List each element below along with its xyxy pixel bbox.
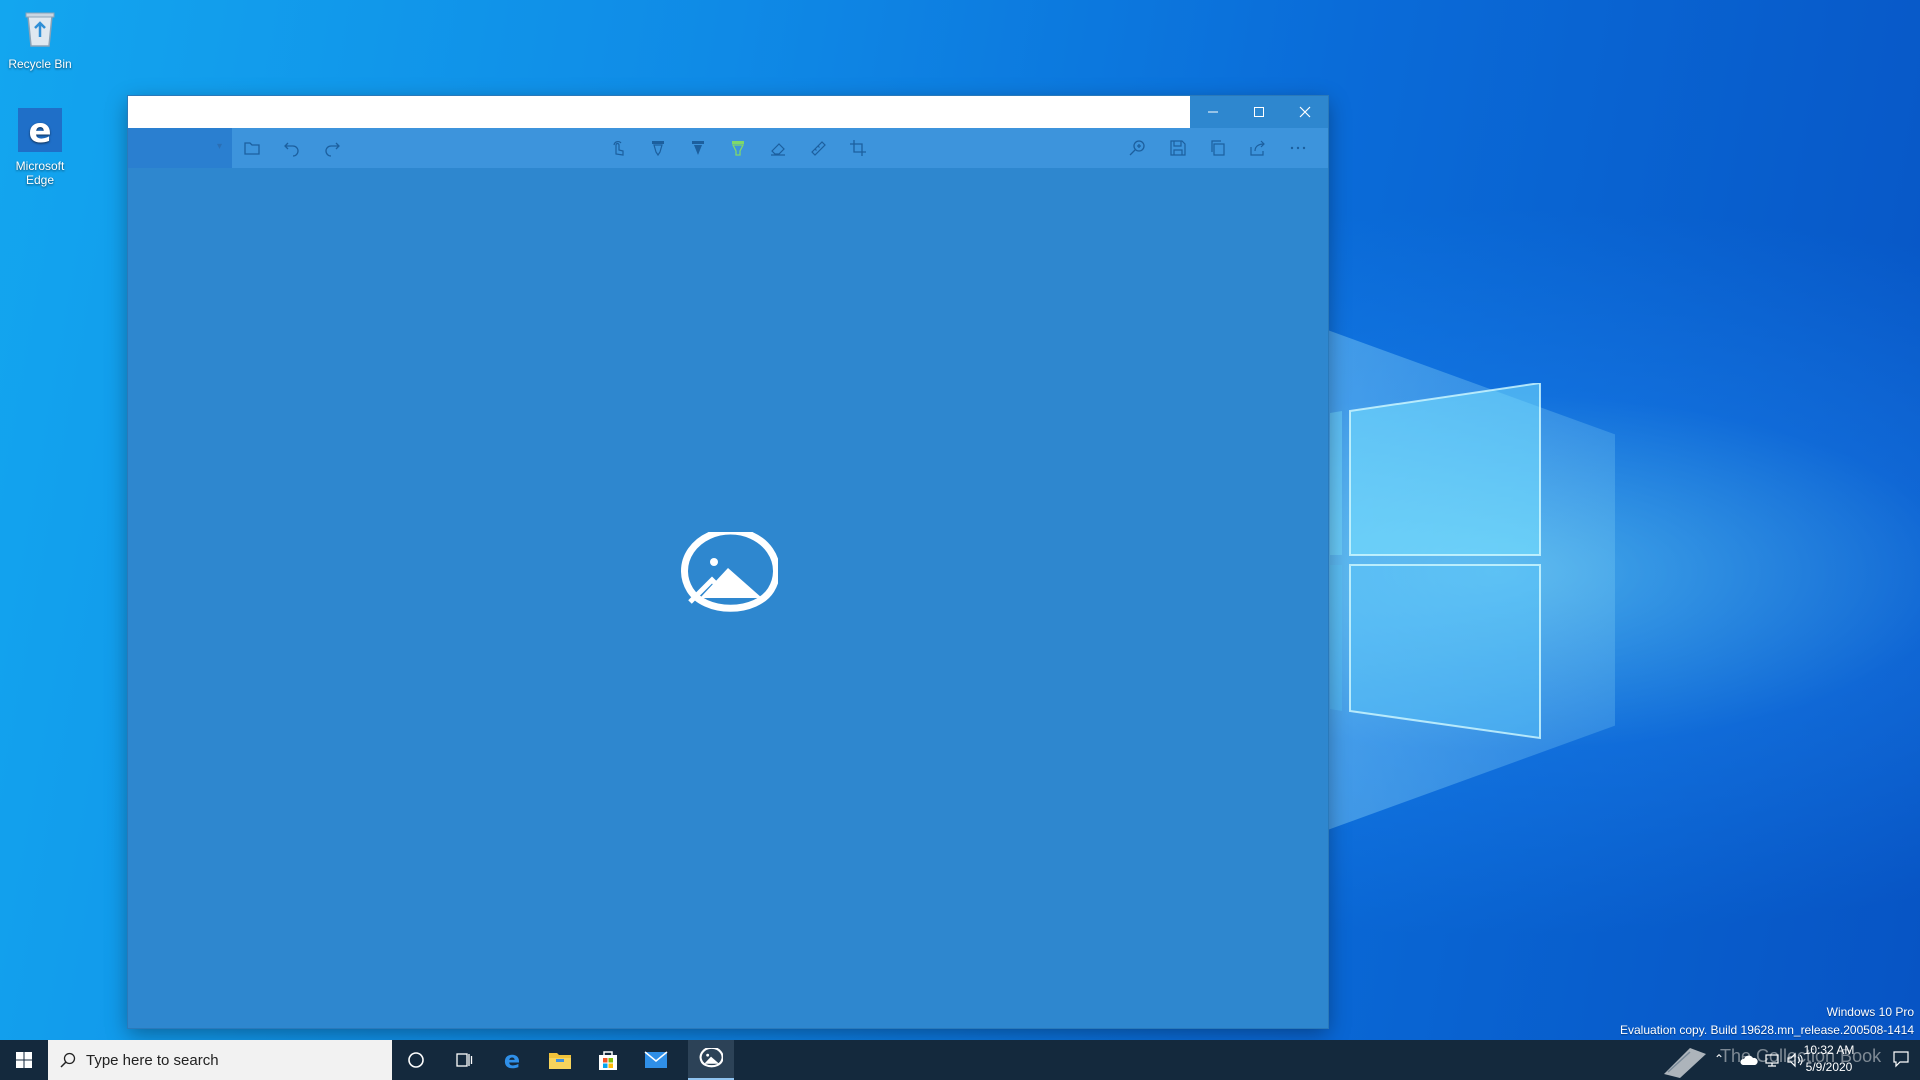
- close-icon: [1299, 106, 1311, 118]
- svg-text:e: e: [504, 1048, 520, 1072]
- redo-button[interactable]: [320, 136, 344, 160]
- canvas-area: [128, 168, 1328, 1028]
- ballpoint-pen-button[interactable]: [646, 136, 670, 160]
- touch-writing-button[interactable]: [606, 136, 630, 160]
- minimize-button[interactable]: [1190, 96, 1236, 128]
- ruler-button[interactable]: [806, 136, 830, 160]
- taskbar-mail[interactable]: [632, 1040, 680, 1080]
- highlighter-icon: [731, 141, 745, 156]
- highlighter-button[interactable]: [726, 136, 750, 160]
- open-folder-icon: [244, 142, 260, 155]
- notification-icon: [1893, 1051, 1909, 1068]
- windows-wallpaper-logo: [1330, 383, 1541, 740]
- desktop-icon-edge[interactable]: e Microsoft Edge: [0, 108, 80, 187]
- open-file-button[interactable]: [240, 136, 264, 160]
- search-icon: [60, 1052, 76, 1068]
- pencil-icon: [692, 141, 704, 155]
- taskbar-store[interactable]: [584, 1040, 632, 1080]
- taskbar-edge[interactable]: e: [488, 1040, 536, 1080]
- action-center-button[interactable]: [1892, 1050, 1912, 1070]
- store-icon: [599, 1051, 617, 1070]
- title-field[interactable]: [128, 96, 1190, 128]
- network-icon[interactable]: [1764, 1052, 1780, 1068]
- snip-sketch-logo-icon: [681, 532, 778, 612]
- save-button[interactable]: [1166, 136, 1190, 160]
- taskbar: Type here to search e The Collection Boo…: [0, 1040, 1920, 1080]
- onedrive-icon[interactable]: [1740, 1054, 1758, 1066]
- taskbar-task-view[interactable]: [440, 1040, 488, 1080]
- task-view-icon: [456, 1053, 473, 1067]
- recycle-bin-icon: [25, 12, 55, 47]
- taskbar-search-box[interactable]: Type here to search: [48, 1040, 392, 1080]
- maximize-button[interactable]: [1236, 96, 1282, 128]
- watermark-book-logo-icon: [1664, 1048, 1706, 1078]
- share-button[interactable]: [1246, 136, 1270, 160]
- eraser-button[interactable]: [766, 136, 790, 160]
- system-tray: The Collection Book ⌃ 10:32 AM 5/9/2020: [1660, 1040, 1920, 1080]
- build-watermark: Evaluation copy. Build 19628.mn_release.…: [1620, 1023, 1914, 1037]
- edge-icon: e: [504, 1048, 520, 1072]
- close-button[interactable]: [1282, 96, 1328, 128]
- more-options-button[interactable]: [1286, 136, 1310, 160]
- eraser-icon: [771, 143, 785, 156]
- taskbar-file-explorer[interactable]: [536, 1040, 584, 1080]
- title-bar[interactable]: [128, 96, 1328, 128]
- chevron-down-icon: ▾: [216, 141, 222, 152]
- cortana-icon: [408, 1052, 424, 1068]
- windows-edition-watermark: Windows 10 Pro: [1826, 1005, 1914, 1019]
- zoom-in-icon: [1129, 140, 1145, 156]
- more-icon: [1290, 146, 1306, 150]
- chevron-up-icon: ⌃: [1714, 1052, 1725, 1066]
- save-icon: [1170, 140, 1186, 156]
- maximize-icon: [1254, 107, 1264, 117]
- app-window: ▾: [128, 96, 1328, 1028]
- taskbar-clock[interactable]: 10:32 AM 5/9/2020: [1794, 1042, 1864, 1076]
- taskbar-cortana[interactable]: [392, 1040, 440, 1080]
- new-snip-dropdown[interactable]: ▾: [128, 128, 232, 168]
- windows-start-icon: [16, 1052, 32, 1068]
- minimize-icon: [1208, 111, 1218, 113]
- share-icon: [1250, 140, 1265, 156]
- start-button[interactable]: [0, 1040, 48, 1080]
- zoom-button[interactable]: [1126, 136, 1150, 160]
- copy-button[interactable]: [1206, 136, 1230, 160]
- undo-icon: [284, 142, 299, 157]
- svg-text:e: e: [28, 111, 51, 151]
- desktop-icon-recycle-bin[interactable]: Recycle Bin: [0, 6, 80, 71]
- desktop-icon-label: Microsoft Edge: [15, 159, 65, 187]
- crop-icon: [850, 140, 866, 156]
- redo-icon: [325, 142, 340, 157]
- ruler-icon: [811, 141, 826, 156]
- desktop-icon-label: Recycle Bin: [8, 57, 72, 71]
- toolbar: ▾: [128, 128, 1328, 168]
- undo-button[interactable]: [280, 136, 304, 160]
- edge-icon: e: [18, 108, 62, 152]
- mail-icon: [644, 1051, 668, 1068]
- snip-sketch-icon: [699, 1048, 723, 1068]
- search-placeholder: Type here to search: [86, 1051, 219, 1069]
- pencil-button[interactable]: [686, 136, 710, 160]
- touch-writing-icon: [613, 141, 624, 156]
- crop-button[interactable]: [846, 136, 870, 160]
- clock-date: 5/9/2020: [1805, 1060, 1853, 1074]
- clock-time: 10:32 AM: [1803, 1043, 1855, 1057]
- file-explorer-icon: [549, 1053, 571, 1069]
- copy-icon: [1211, 140, 1225, 156]
- ballpoint-pen-icon: [652, 141, 664, 157]
- show-hidden-icons-button[interactable]: ⌃: [1714, 1052, 1728, 1068]
- taskbar-snip-sketch[interactable]: [688, 1040, 734, 1080]
